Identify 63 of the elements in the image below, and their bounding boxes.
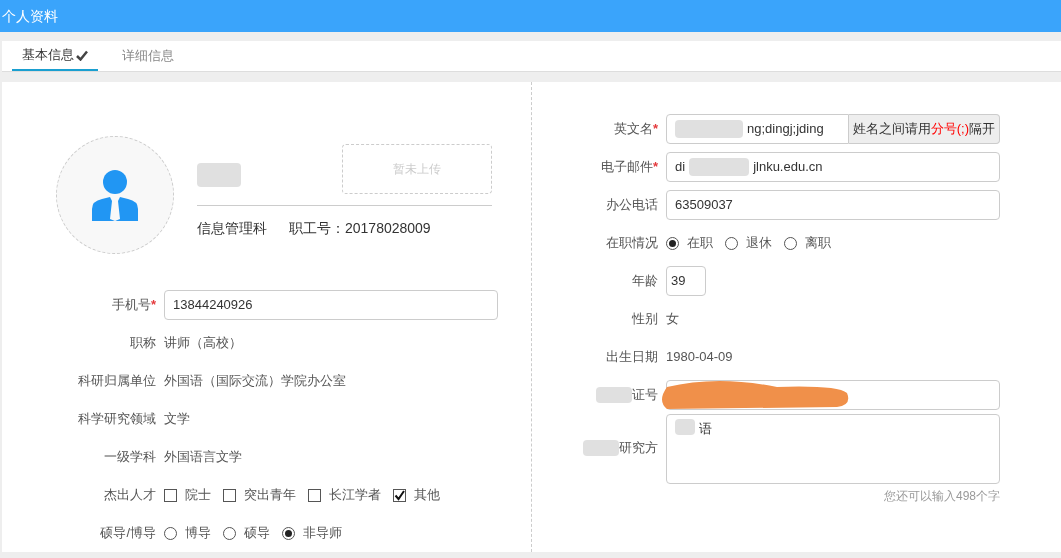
field-value: 1980-04-09 — [666, 348, 733, 367]
radio-label: 退休 — [746, 234, 772, 253]
radio-button[interactable] — [282, 526, 295, 540]
page-title: 个人资料 — [2, 6, 58, 26]
checkbox-label: 突出青年 — [244, 486, 296, 505]
field-label: 年龄 — [632, 273, 658, 289]
field-label: 硕导/博导 — [100, 525, 156, 541]
field-label: 出生日期 — [606, 349, 658, 365]
department: 信息管理科 — [197, 219, 267, 238]
required-mark: * — [150, 297, 156, 313]
field-label: 职称 — [130, 335, 156, 351]
checkbox[interactable] — [164, 488, 177, 502]
blur-patch — [596, 387, 632, 403]
field-label: 电子邮件 — [600, 159, 653, 175]
checkbox-label: 其他 — [414, 486, 440, 505]
field-label: 研究方 — [619, 440, 658, 456]
input-addon: 姓名之间请用分号(;)隔开 — [848, 114, 1000, 144]
field-label: 一级学科 — [104, 449, 156, 465]
radio-label: 硕导 — [244, 524, 270, 543]
radio-button[interactable] — [784, 236, 797, 250]
field-value: 外国语（国际交流）学院办公室 — [164, 372, 346, 391]
tab[interactable]: 详细信息 — [112, 41, 184, 71]
radio-button[interactable] — [725, 236, 738, 250]
checkbox-label: 长江学者 — [329, 486, 381, 505]
radio-label: 离职 — [805, 234, 831, 253]
input-field[interactable]: ng;dingj;jding — [666, 114, 849, 144]
field-label: 在职情况 — [606, 235, 658, 251]
radio-button[interactable] — [164, 526, 177, 540]
field-label: 证号 — [632, 387, 658, 403]
text-area[interactable]: 语 — [666, 413, 1000, 484]
checkbox[interactable] — [393, 488, 406, 502]
input-field[interactable]: 13844240926 — [164, 290, 498, 320]
field-value: 外国语言文学 — [164, 448, 242, 467]
checkbox[interactable] — [223, 488, 236, 502]
character-count: 您还可以输入498个字 — [883, 487, 1000, 505]
field-label: 英文名 — [613, 121, 653, 137]
check-icon — [394, 489, 405, 501]
field-value: 文学 — [164, 410, 190, 429]
field-label: 科学研究领域 — [78, 411, 156, 427]
field-label: 性别 — [632, 311, 658, 327]
tab[interactable]: 基本信息 — [12, 41, 98, 71]
radio-button[interactable] — [666, 236, 679, 250]
input-field[interactable]: di jlnku.edu.cn — [666, 152, 1000, 182]
person-icon — [90, 169, 140, 221]
blur-patch — [197, 162, 241, 187]
field-label: 杰出人才 — [104, 487, 156, 503]
checkbox-label: 院士 — [185, 486, 211, 505]
required-mark: * — [652, 159, 658, 175]
radio-label: 在职 — [687, 234, 713, 253]
required-mark: * — [652, 121, 658, 137]
staff-number: 职工号：20178028009 — [289, 219, 431, 238]
radio-label: 非导师 — [303, 524, 342, 543]
field-value: 讲师（高校） — [164, 334, 242, 353]
field-label: 办公电话 — [606, 197, 658, 213]
input-field[interactable]: 63509037 — [666, 190, 1000, 220]
field-label: 手机号 — [111, 297, 151, 313]
radio-label: 博导 — [185, 524, 211, 543]
input-field[interactable]: 39 — [666, 266, 706, 296]
field-value: 女 — [666, 310, 679, 329]
radio-button[interactable] — [223, 526, 236, 540]
blur-patch — [583, 440, 619, 456]
checkbox[interactable] — [308, 488, 321, 502]
field-label: 科研归属单位 — [78, 373, 156, 389]
